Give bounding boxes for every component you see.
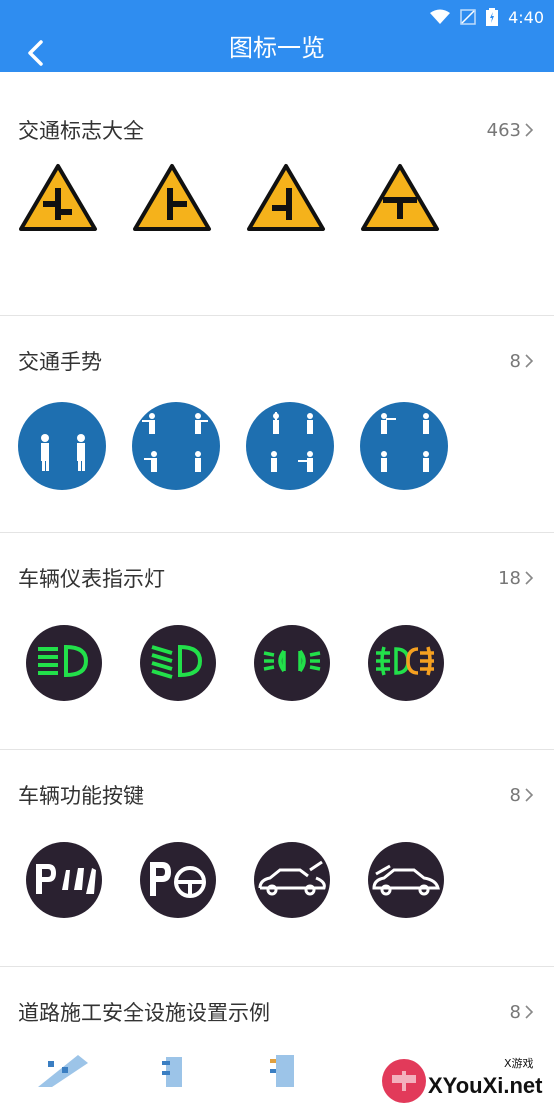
section-count[interactable]: 18 [498,568,534,589]
count-value: 8 [509,350,521,372]
count-value: 463 [486,119,521,141]
gesture-item[interactable] [18,402,132,490]
watermark-tag: X游戏 [504,1057,534,1070]
battery-icon [486,8,499,26]
crossroad-warning-sign-icon [19,164,97,231]
left-junction-sign-icon [247,164,325,231]
watermark-brand: XYouXi.net [428,1073,543,1098]
indicator-item[interactable] [360,625,474,701]
section-header[interactable]: 车辆仪表指示灯 18 [0,553,554,603]
function-key-item[interactable] [360,842,474,918]
construction-item[interactable] [18,1047,132,1087]
gesture-go-straight-icon [132,402,220,490]
section-dashboard-indicators: 车辆仪表指示灯 18 [0,553,554,750]
hood-open-icon [368,842,444,918]
fog-lamp-icon [368,625,444,701]
section-count[interactable]: 8 [510,1002,534,1023]
traffic-sign-item[interactable] [246,163,360,233]
section-road-construction: 道路施工安全设施设置示例 8 XYouXi.net X游戏 [0,987,554,1107]
section-title: 车辆仪表指示灯 [18,567,165,591]
status-bar: 4:40 [0,0,554,34]
traffic-sign-item[interactable] [360,163,474,233]
no-signal-icon [460,9,476,25]
count-value: 8 [509,1001,521,1023]
gesture-item[interactable] [246,402,360,490]
road-layout-diagram-icon [162,1057,182,1087]
gesture-item[interactable] [132,402,246,490]
chevron-right-icon [525,354,534,368]
gesture-left-turn-icon [246,402,334,490]
function-key-item[interactable] [18,842,132,918]
section-traffic-signs: 交通标志大全 463 [0,105,554,316]
section-traffic-gestures: 交通手势 8 [0,336,554,533]
wifi-icon [430,9,451,25]
section-count[interactable]: 8 [510,785,534,806]
gesture-turn-icon [360,402,448,490]
function-key-item[interactable] [132,842,246,918]
construction-item[interactable] [246,1047,360,1087]
section-title: 交通手势 [18,350,102,374]
traffic-sign-item[interactable] [132,163,246,233]
section-header[interactable]: 道路施工安全设施设置示例 8 [0,987,554,1037]
function-key-item[interactable] [246,842,360,918]
section-title: 道路施工安全设施设置示例 [18,1001,270,1025]
indicator-item[interactable] [132,625,246,701]
section-function-keys: 车辆功能按键 8 [0,770,554,967]
trunk-open-icon [254,842,330,918]
section-count[interactable]: 8 [510,351,534,372]
traffic-sign-item[interactable] [18,163,132,233]
right-junction-sign-icon [133,164,211,231]
t-junction-sign-icon [361,164,439,231]
section-header[interactable]: 交通手势 8 [0,336,554,386]
app-bar: 图标一览 [0,34,554,72]
watermark-logo: XYouXi.net X游戏 [378,1049,548,1107]
gesture-item[interactable] [360,402,474,490]
indicator-item[interactable] [18,625,132,701]
count-value: 8 [509,784,521,806]
section-header[interactable]: 交通标志大全 463 [0,105,554,155]
construction-item[interactable] [132,1047,246,1087]
chevron-right-icon [525,123,534,137]
section-count[interactable]: 463 [487,120,534,141]
section-title: 交通标志大全 [18,119,144,143]
low-beam-icon [140,625,216,701]
high-beam-icon [26,625,102,701]
position-lamp-icon [254,625,330,701]
section-title: 车辆功能按键 [18,784,144,808]
chevron-right-icon [525,1005,534,1019]
count-value: 18 [498,567,521,589]
status-time: 4:40 [508,7,544,27]
indicator-item[interactable] [246,625,360,701]
road-layout-diagram-icon [270,1055,294,1087]
gesture-stop-icon [18,402,106,490]
parking-sensor-icon [26,842,102,918]
road-layout-diagram-icon [38,1055,88,1087]
section-header[interactable]: 车辆功能按键 8 [0,770,554,820]
chevron-right-icon [525,571,534,585]
page-title: 图标一览 [229,34,325,62]
chevron-right-icon [525,788,534,802]
parking-steering-icon [140,842,216,918]
